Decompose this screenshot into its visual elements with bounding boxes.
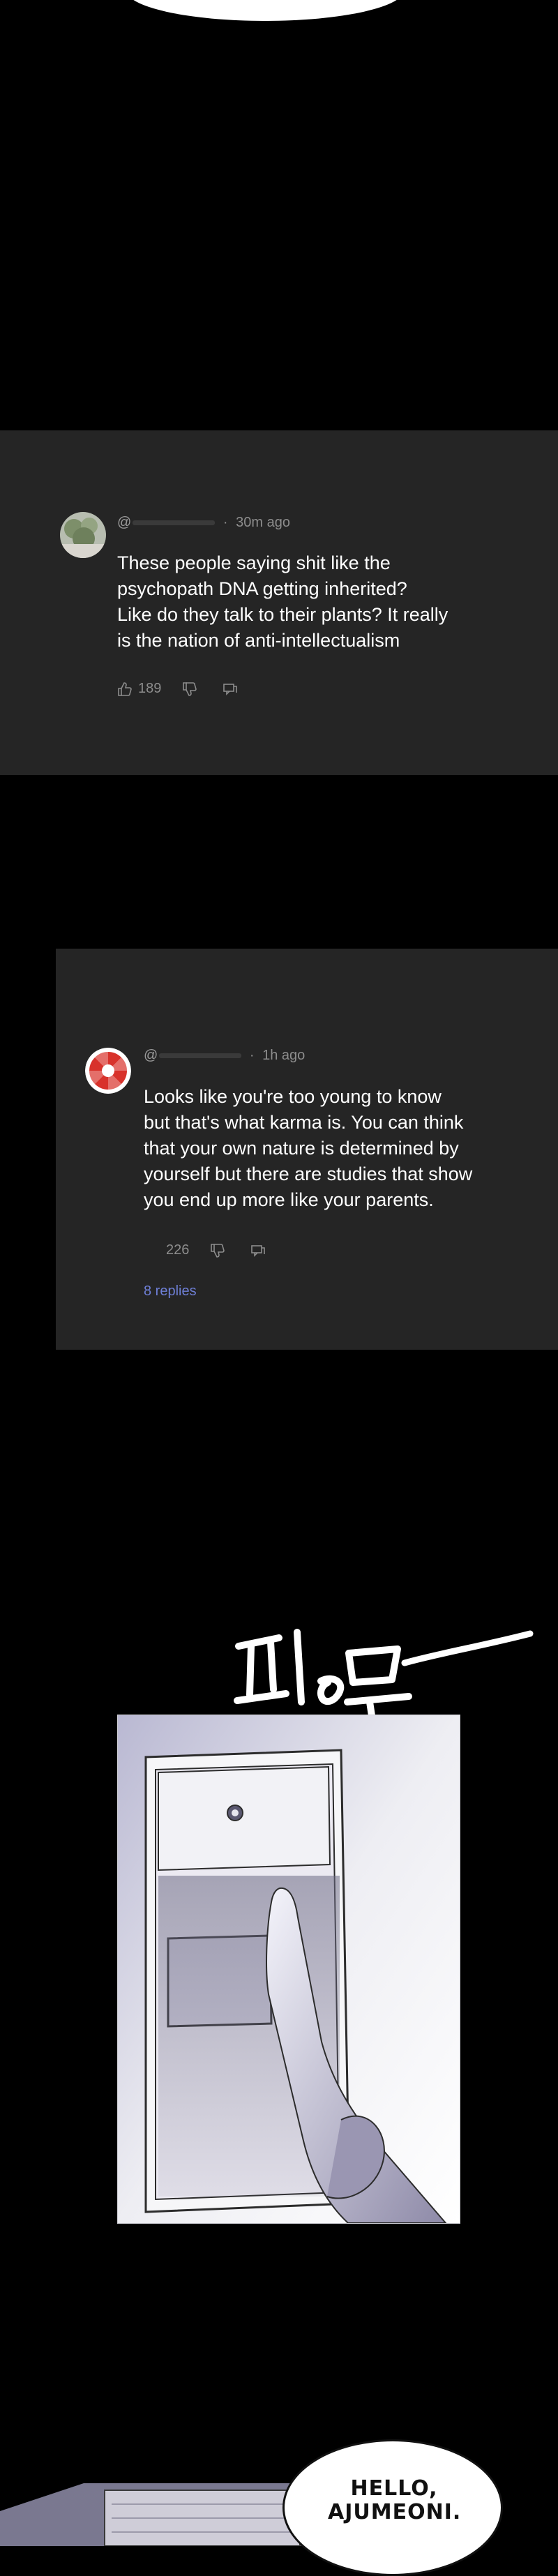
speech-bubble-top — [126, 0, 405, 21]
comment-username[interactable]: @ — [144, 1048, 242, 1063]
comment-text: Looks like you're too young to know but … — [144, 1086, 473, 1210]
speech-bubble-text: HELLO, AJUMEONI. — [328, 2476, 462, 2524]
comment-username[interactable]: @ — [117, 515, 216, 530]
like-count: 189 — [138, 681, 162, 696]
redacted-username — [133, 520, 216, 526]
comment-time: 30m ago — [236, 515, 290, 530]
reply-icon[interactable] — [250, 1243, 266, 1258]
thumbs-up-icon[interactable] — [117, 681, 133, 697]
comment-meta: @ · 1h ago — [144, 1048, 306, 1063]
thumbs-down-icon[interactable] — [210, 1243, 225, 1258]
reply-icon[interactable] — [223, 681, 238, 697]
comment-card: @ · 1h ago Looks like you're too young t… — [56, 949, 558, 1350]
thumbs-down-icon[interactable] — [182, 681, 197, 697]
comment-text: These people saying shit like the psycho… — [117, 552, 448, 651]
comment-actions: 189 — [117, 681, 238, 697]
redacted-username — [159, 1053, 242, 1059]
manga-panel-doorbell — [117, 1715, 460, 2224]
comment-actions: 226 — [166, 1242, 266, 1258]
comment-card: @ · 30m ago These people saying shit lik… — [0, 430, 558, 775]
like-count: 226 — [166, 1242, 190, 1258]
comment-meta: @ · 30m ago — [117, 515, 290, 530]
view-replies-link[interactable]: 8 replies — [144, 1283, 197, 1300]
comment-time: 1h ago — [262, 1048, 306, 1063]
plant-photo-avatar-icon[interactable] — [60, 512, 106, 558]
red-swirl-avatar-icon[interactable] — [85, 1048, 131, 1094]
